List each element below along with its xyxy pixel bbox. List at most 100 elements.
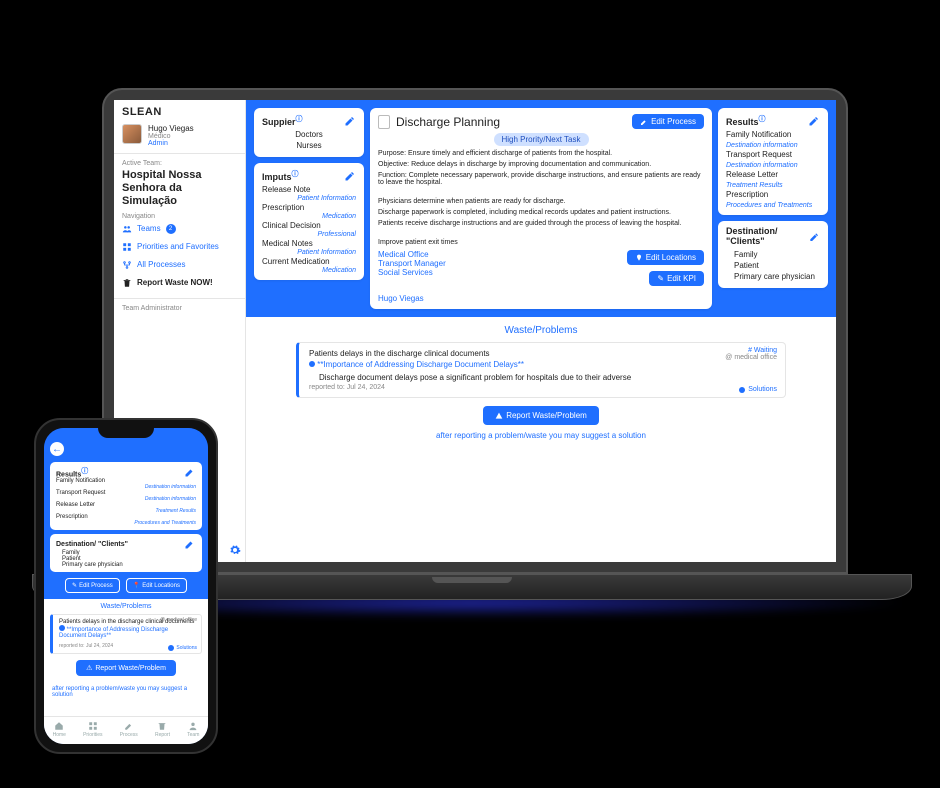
user-perm[interactable]: Admin bbox=[148, 140, 194, 147]
nav-priorities-label: Priorities and Favorites bbox=[137, 242, 219, 251]
location-link[interactable]: Medical Office bbox=[378, 250, 446, 259]
waste-title: Patients delays in the discharge clinica… bbox=[309, 349, 775, 358]
nav-processes-label: All Processes bbox=[137, 260, 185, 269]
back-button[interactable]: ← bbox=[50, 442, 64, 456]
tab-priorities[interactable]: Priorities bbox=[83, 721, 102, 738]
process-kpi: Improve patient exit times bbox=[378, 239, 704, 246]
waste-note: after reporting a problem/waste you may … bbox=[296, 431, 786, 440]
phone-report-waste-button[interactable]: ⚠ Report Waste/Problem bbox=[76, 660, 176, 676]
process-objective: Objective: Reduce delays in discharge by… bbox=[378, 161, 704, 168]
phone-screen: ← Resultsⓘ Family NotificationDestinatio… bbox=[44, 428, 208, 744]
info-icon[interactable]: ⓘ bbox=[292, 171, 299, 178]
phone-waste-item[interactable]: @ medical office Patients delays in the … bbox=[50, 614, 202, 654]
team-admin-label: Team Administrator bbox=[122, 305, 237, 312]
edit-icon[interactable] bbox=[809, 231, 820, 243]
edit-kpi-button[interactable]: ✎Edit KPI bbox=[649, 271, 704, 286]
result-row: Transport RequestDestination information bbox=[726, 149, 820, 169]
active-team-label: Active Team: bbox=[122, 160, 237, 167]
destination-card: Destination/ "Clients" Family Patient Pr… bbox=[718, 221, 828, 288]
edit-icon[interactable] bbox=[344, 170, 356, 182]
nav-teams[interactable]: Teams 2 bbox=[122, 220, 237, 238]
process-owner[interactable]: Hugo Viegas bbox=[378, 294, 704, 303]
process-purpose: Purpose: Ensure timely and efficient dis… bbox=[378, 150, 704, 157]
input-row: Release NotePatient Information bbox=[262, 184, 356, 202]
process-board: Suppierⓘ Doctors Nurses Imputsⓘ Rele bbox=[246, 100, 836, 317]
input-row: Clinical DecisionProfessional bbox=[262, 220, 356, 238]
result-row: Family NotificationDestination informati… bbox=[726, 129, 820, 149]
nav-report-waste[interactable]: Report Waste NOW! bbox=[122, 274, 237, 292]
waste-reported: reported to: Jul 24, 2024 bbox=[309, 384, 775, 391]
supplier-title: Suppier bbox=[262, 117, 296, 127]
input-row: Medical NotesPatient Information bbox=[262, 238, 356, 256]
team-name: Hospital Nossa Senhora da Simulação bbox=[122, 169, 237, 209]
process-body: Physicians determine when patients are r… bbox=[378, 198, 704, 205]
dest-item: Primary care physician bbox=[726, 271, 820, 282]
app-title: SLEAN bbox=[122, 106, 237, 118]
edit-locations-button[interactable]: Edit Locations bbox=[627, 250, 704, 265]
edit-icon[interactable] bbox=[344, 115, 356, 127]
phone-tabbar: Home Priorities Process Report Team bbox=[44, 716, 208, 744]
info-icon[interactable]: ⓘ bbox=[296, 116, 303, 123]
tab-team[interactable]: Team bbox=[187, 721, 199, 738]
process-body: Discharge paperwork is completed, includ… bbox=[378, 209, 704, 216]
avatar bbox=[122, 124, 142, 144]
phone-destination-card: Destination/ "Clients" Family Patient Pr… bbox=[50, 534, 202, 572]
grid-icon bbox=[122, 242, 132, 252]
edit-icon[interactable] bbox=[184, 466, 196, 478]
phone-solutions-link[interactable]: Solutions bbox=[168, 645, 197, 651]
waste-heading: Waste/Problems bbox=[296, 325, 786, 336]
waste-location: @ medical office bbox=[725, 354, 777, 361]
supplier-item: Doctors bbox=[262, 129, 356, 140]
process-body: Patients receive discharge instructions … bbox=[378, 220, 704, 227]
main: Suppierⓘ Doctors Nurses Imputsⓘ Rele bbox=[246, 100, 836, 562]
result-row: PrescriptionProcedures and Treatments bbox=[726, 189, 820, 209]
nav-report-label: Report Waste NOW! bbox=[137, 278, 213, 287]
nav-teams-label: Teams bbox=[137, 224, 161, 233]
tab-home[interactable]: Home bbox=[53, 721, 66, 738]
report-waste-button[interactable]: Report Waste/Problem bbox=[483, 406, 599, 425]
waste-item[interactable]: # Waiting @ medical office Patients dela… bbox=[296, 342, 786, 398]
users-icon bbox=[122, 224, 132, 234]
tab-process[interactable]: Process bbox=[120, 721, 138, 738]
gear-icon[interactable] bbox=[229, 544, 241, 558]
phone-results-card: Resultsⓘ Family NotificationDestination … bbox=[50, 462, 202, 530]
process-function: Function: Complete necessary paperwork, … bbox=[378, 172, 704, 186]
teams-count: 2 bbox=[166, 224, 176, 234]
user-role: Médico bbox=[148, 133, 194, 140]
tab-report[interactable]: Report bbox=[155, 721, 170, 738]
solutions-link[interactable]: Solutions bbox=[739, 386, 777, 393]
doc-icon bbox=[378, 115, 390, 129]
phone-edit-locations-button[interactable]: 📍 Edit Locations bbox=[126, 578, 187, 593]
nav-label: Navigation bbox=[122, 213, 237, 220]
info-icon[interactable]: ⓘ bbox=[759, 116, 766, 123]
edit-icon[interactable] bbox=[808, 115, 820, 127]
results-card: Resultsⓘ Family NotificationDestination … bbox=[718, 108, 828, 215]
process-card: Discharge Planning Edit Process High Pro… bbox=[370, 108, 712, 309]
location-link[interactable]: Social Services bbox=[378, 268, 446, 277]
priority-pill: High Prority/Next Task bbox=[494, 133, 589, 146]
waste-sub: **Importance of Addressing Discharge Doc… bbox=[309, 358, 775, 371]
edit-process-button[interactable]: Edit Process bbox=[632, 114, 704, 129]
flow-icon bbox=[122, 260, 132, 270]
laptop-screen: SLEAN Hugo Viegas Médico Admin Active Te… bbox=[114, 100, 836, 562]
results-title: Results bbox=[726, 117, 759, 127]
input-row: Current MedicationMedication bbox=[262, 256, 356, 274]
supplier-item: Nurses bbox=[262, 140, 356, 151]
nav-processes[interactable]: All Processes bbox=[122, 256, 237, 274]
phone-waste-note: after reporting a problem/waste you may … bbox=[44, 682, 208, 702]
waste-section: Waste/Problems # Waiting @ medical offic… bbox=[246, 317, 836, 448]
edit-icon[interactable] bbox=[184, 538, 196, 550]
dest-item: Patient bbox=[726, 260, 820, 271]
dest-item: Family bbox=[726, 249, 820, 260]
trash-icon bbox=[122, 278, 132, 288]
phone-waste-heading: Waste/Problems bbox=[44, 599, 208, 614]
nav-priorities[interactable]: Priorities and Favorites bbox=[122, 238, 237, 256]
location-link[interactable]: Transport Manager bbox=[378, 259, 446, 268]
inputs-card: Imputsⓘ Release NotePatient Information … bbox=[254, 163, 364, 280]
supplier-card: Suppierⓘ Doctors Nurses bbox=[254, 108, 364, 157]
phone-frame: ← Resultsⓘ Family NotificationDestinatio… bbox=[34, 418, 218, 754]
result-row: Release LetterTreatment Results bbox=[726, 169, 820, 189]
inputs-title: Imputs bbox=[262, 172, 292, 182]
phone-edit-process-button[interactable]: ✎ Edit Process bbox=[65, 578, 120, 593]
user-block[interactable]: Hugo Viegas Médico Admin bbox=[122, 124, 237, 147]
